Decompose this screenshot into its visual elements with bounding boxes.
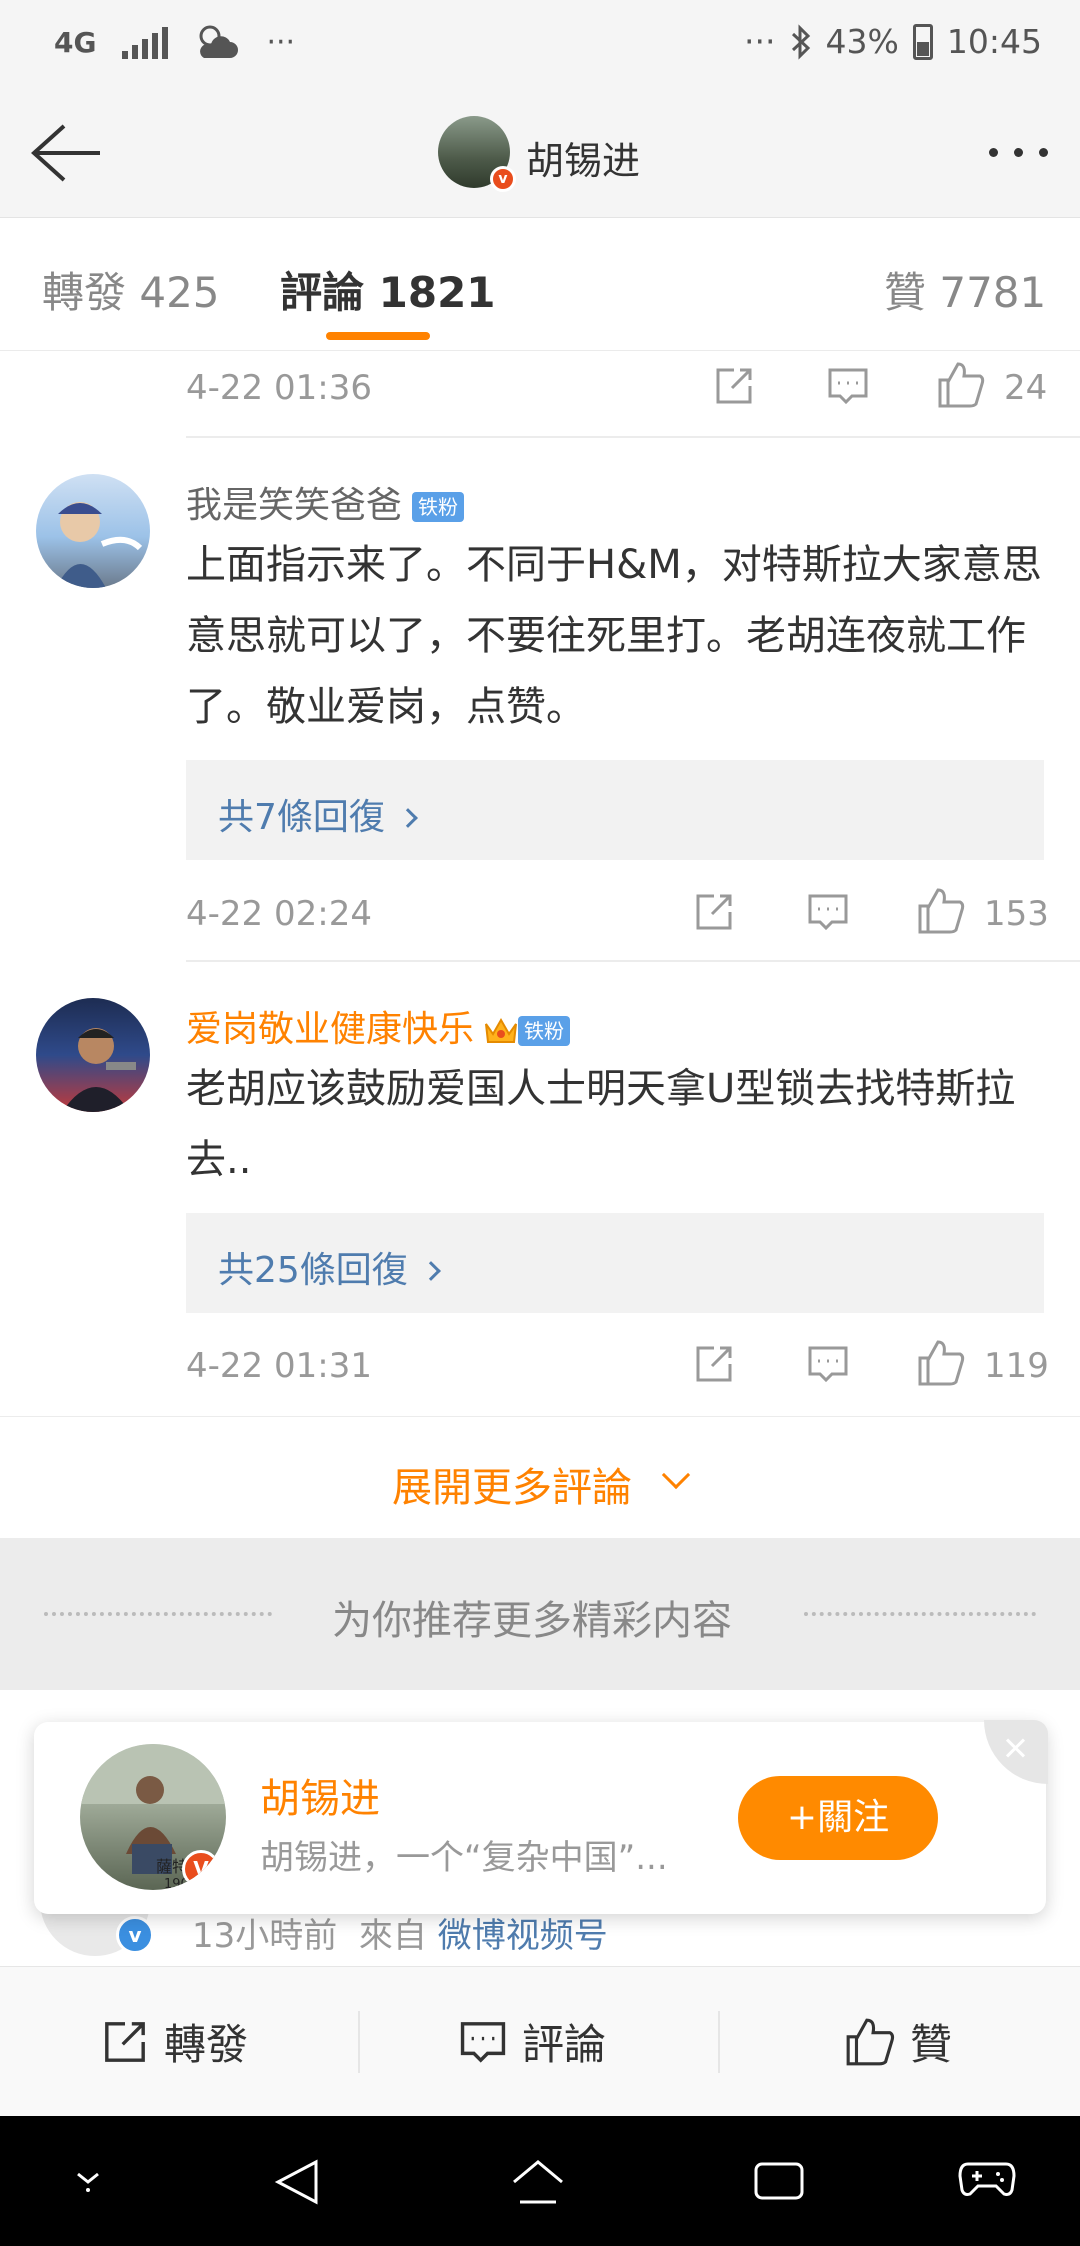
- fan-badge: 铁粉: [518, 1016, 571, 1046]
- notification-dots: ···: [266, 24, 296, 60]
- chevron-right-icon: [398, 808, 418, 828]
- author-avatar[interactable]: v: [438, 116, 516, 192]
- recommend-header: 为你推荐更多精彩内容: [0, 1538, 1080, 1690]
- chevron-down-icon: [661, 1460, 691, 1490]
- more-notifications: ···: [744, 22, 776, 61]
- back-arrow-icon[interactable]: [28, 120, 104, 186]
- comment-text[interactable]: 上面指示来了。不同于H&M，对特斯拉大家意思意思就可以了，不要往死里打。老胡连夜…: [186, 530, 1056, 743]
- post-source[interactable]: 微博视频号: [438, 1916, 608, 1956]
- like-count: 24: [1004, 368, 1048, 408]
- follow-card-name[interactable]: 胡锡进: [260, 1766, 380, 1824]
- comment-time: 4-22 02:24: [186, 894, 372, 934]
- replies-link[interactable]: 共7條回復: [186, 760, 1044, 860]
- tab-likes[interactable]: 贊 7781: [884, 259, 1046, 320]
- tab-reposts[interactable]: 轉發 425: [42, 259, 220, 320]
- like-button[interactable]: 贊: [844, 2011, 952, 2072]
- follow-card-avatar[interactable]: 薩特 190 V: [80, 1744, 226, 1890]
- recommend-label: 为你推荐更多精彩内容: [332, 1598, 732, 1644]
- like-icon[interactable]: [916, 1338, 966, 1388]
- post-tabs: 轉發 425 評論 1821 贊 7781: [0, 219, 1080, 351]
- battery-icon: [912, 23, 933, 60]
- commenter-avatar[interactable]: [36, 998, 150, 1112]
- replies-label: 共25條回復: [218, 1250, 408, 1291]
- share-icon[interactable]: [692, 890, 736, 934]
- share-icon[interactable]: [692, 1342, 736, 1386]
- signal-icon: [122, 25, 169, 59]
- crown-icon: [485, 1017, 518, 1043]
- replies-count[interactable]: 共7條回復: [218, 788, 418, 840]
- repost-label: 轉發: [164, 2020, 249, 2069]
- nav-bar: v 胡锡进: [0, 90, 1080, 218]
- like-icon: [846, 2018, 895, 2065]
- replies-link[interactable]: 共25條回復: [186, 1213, 1044, 1313]
- network-type: 4G: [54, 25, 97, 59]
- post-meta: 13小時前 來自 微博视频号: [192, 1908, 608, 1957]
- comment-time: 4-22 01:31: [186, 1346, 372, 1386]
- comment-icon[interactable]: [806, 890, 850, 934]
- comment-button[interactable]: 評論: [458, 2011, 606, 2072]
- dotted-divider: [804, 1612, 1036, 1616]
- comment-icon: [460, 2021, 506, 2063]
- comment-time: 4-22 01:36: [186, 368, 372, 408]
- author-name[interactable]: 胡锡进: [526, 130, 640, 185]
- like-count: 119: [984, 1346, 1049, 1386]
- expand-label[interactable]: 展開更多評論: [392, 1455, 632, 1513]
- follow-button[interactable]: +關注: [738, 1776, 938, 1860]
- battery-percent: 43%: [825, 22, 899, 61]
- home-icon[interactable]: [508, 2156, 568, 2210]
- verified-badge-icon: v: [490, 166, 516, 192]
- bluetooth-icon: [791, 23, 810, 60]
- back-icon[interactable]: [272, 2156, 324, 2208]
- commenter-name-text[interactable]: 我是笑笑爸爸: [186, 485, 402, 526]
- like-icon[interactable]: [936, 360, 986, 410]
- post-time: 13小時前: [192, 1916, 338, 1956]
- commenter-name-text[interactable]: 爱岗敬业健康快乐: [186, 1009, 474, 1050]
- active-tab-indicator: [326, 332, 430, 340]
- separator: [718, 2011, 720, 2073]
- verified-badge-icon: V: [182, 1850, 220, 1888]
- fan-badge: 铁粉: [412, 492, 465, 522]
- like-count: 153: [984, 894, 1049, 934]
- tab-comments[interactable]: 評論 1821: [280, 259, 496, 320]
- commenter-name[interactable]: 我是笑笑爸爸 铁粉: [186, 476, 465, 528]
- follow-card-description: 胡锡进，一个“复杂中国”...: [260, 1838, 668, 1878]
- divider: [186, 436, 1080, 438]
- follow-prompt-card: 薩特 190 V 胡锡进 胡锡进，一个“复杂中国”... +關注: [34, 1720, 1048, 1914]
- comment-icon[interactable]: [806, 1342, 850, 1386]
- replies-label: 共7條回復: [218, 797, 385, 838]
- share-icon: [105, 2021, 145, 2062]
- clock: 10:45: [946, 22, 1042, 61]
- comment-label: 評論: [522, 2020, 607, 2069]
- more-options-icon[interactable]: [989, 148, 1048, 157]
- status-bar: 4G ··· ··· 43% 10:45: [0, 0, 1080, 90]
- avatar-image: [62, 1028, 136, 1112]
- comment-text[interactable]: 老胡应该鼓励爱国人士明天拿U型锁去找特斯拉去..: [186, 1054, 1056, 1196]
- commenter-avatar[interactable]: [36, 474, 150, 588]
- weather-icon: [199, 25, 239, 58]
- bottom-action-bar: 轉發 評論 贊: [0, 1966, 1080, 2116]
- replies-count[interactable]: 共25條回復: [218, 1241, 441, 1293]
- chevron-right-icon: [420, 1261, 441, 1281]
- comment-icon[interactable]: [826, 364, 870, 408]
- hide-keyboard-icon[interactable]: [66, 2156, 110, 2200]
- like-icon[interactable]: [916, 886, 966, 936]
- share-icon[interactable]: [712, 364, 756, 408]
- expand-more-comments[interactable]: 展開更多評論: [0, 1416, 1080, 1538]
- verified-badge-icon: v: [116, 1916, 154, 1954]
- repost-button[interactable]: 轉發: [100, 2011, 248, 2072]
- dotted-divider: [44, 1612, 272, 1616]
- divider: [186, 960, 1080, 962]
- system-navigation-bar: [0, 2116, 1080, 2246]
- post-from: 來自: [358, 1916, 427, 1956]
- close-icon[interactable]: [984, 1720, 1048, 1784]
- separator: [358, 2011, 360, 2073]
- commenter-name[interactable]: 爱岗敬业健康快乐 铁粉: [186, 1000, 571, 1052]
- game-controller-icon[interactable]: [958, 2156, 1016, 2200]
- avatar-image: [56, 502, 143, 588]
- like-label: 贊: [910, 2020, 953, 2069]
- recent-apps-icon[interactable]: [752, 2156, 806, 2204]
